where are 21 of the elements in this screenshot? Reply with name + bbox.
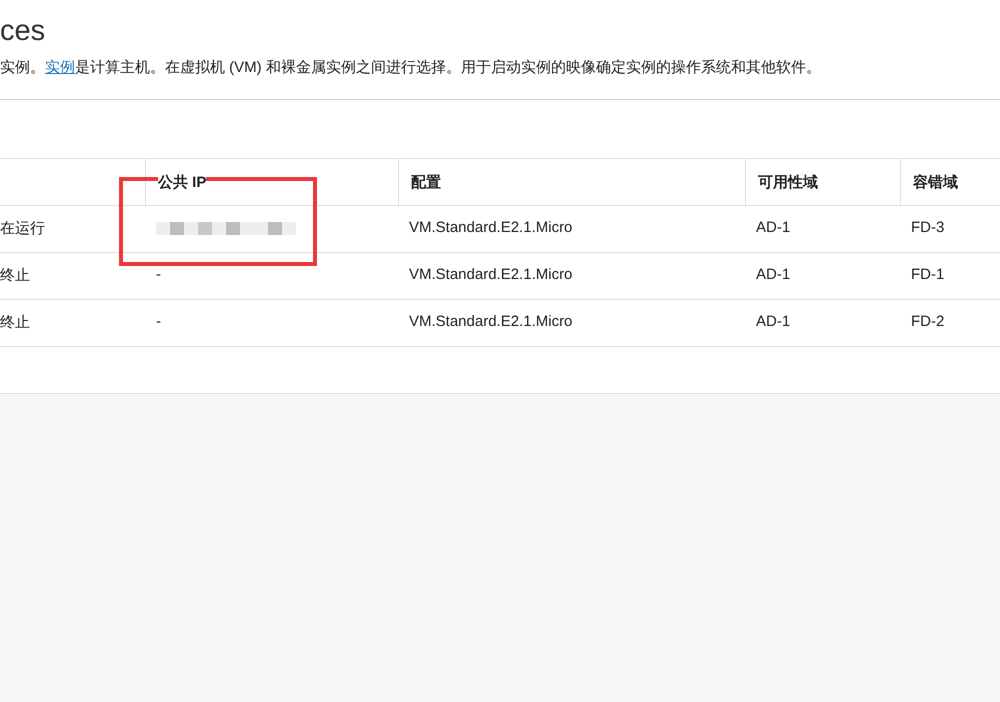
table-cell: AD-1 — [756, 219, 790, 236]
table-cell: FD-1 — [911, 266, 944, 283]
page-description: 实例。实例是计算主机。在虚拟机 (VM) 和裸金属实例之间进行选择。用于启动实例的映像确定实例的操作系统和其他软件。 — [0, 58, 822, 78]
table-cell: VM.Standard.E2.1.Micro — [409, 313, 572, 330]
table-cell: 终止 — [0, 314, 30, 331]
page-title: ces — [0, 14, 46, 48]
table-cell: FD-3 — [911, 219, 944, 236]
table-cell: VM.Standard.E2.1.Micro — [409, 219, 572, 236]
column-header: 公共 IP — [158, 174, 206, 191]
table-cell: - — [156, 313, 161, 330]
column-header: 配置 — [411, 174, 441, 191]
table-cell: VM.Standard.E2.1.Micro — [409, 266, 572, 283]
table-cell: 在运行 — [0, 220, 45, 237]
column-header: 可用性域 — [758, 174, 818, 191]
instance-link[interactable]: 实例 — [45, 59, 75, 76]
column-header: 容错域 — [913, 174, 958, 191]
table-cell: AD-1 — [756, 313, 790, 330]
table-cell: AD-1 — [756, 266, 790, 283]
table-cell: - — [156, 266, 161, 283]
table-cell: 终止 — [0, 267, 30, 284]
table-cell: FD-2 — [911, 313, 944, 330]
